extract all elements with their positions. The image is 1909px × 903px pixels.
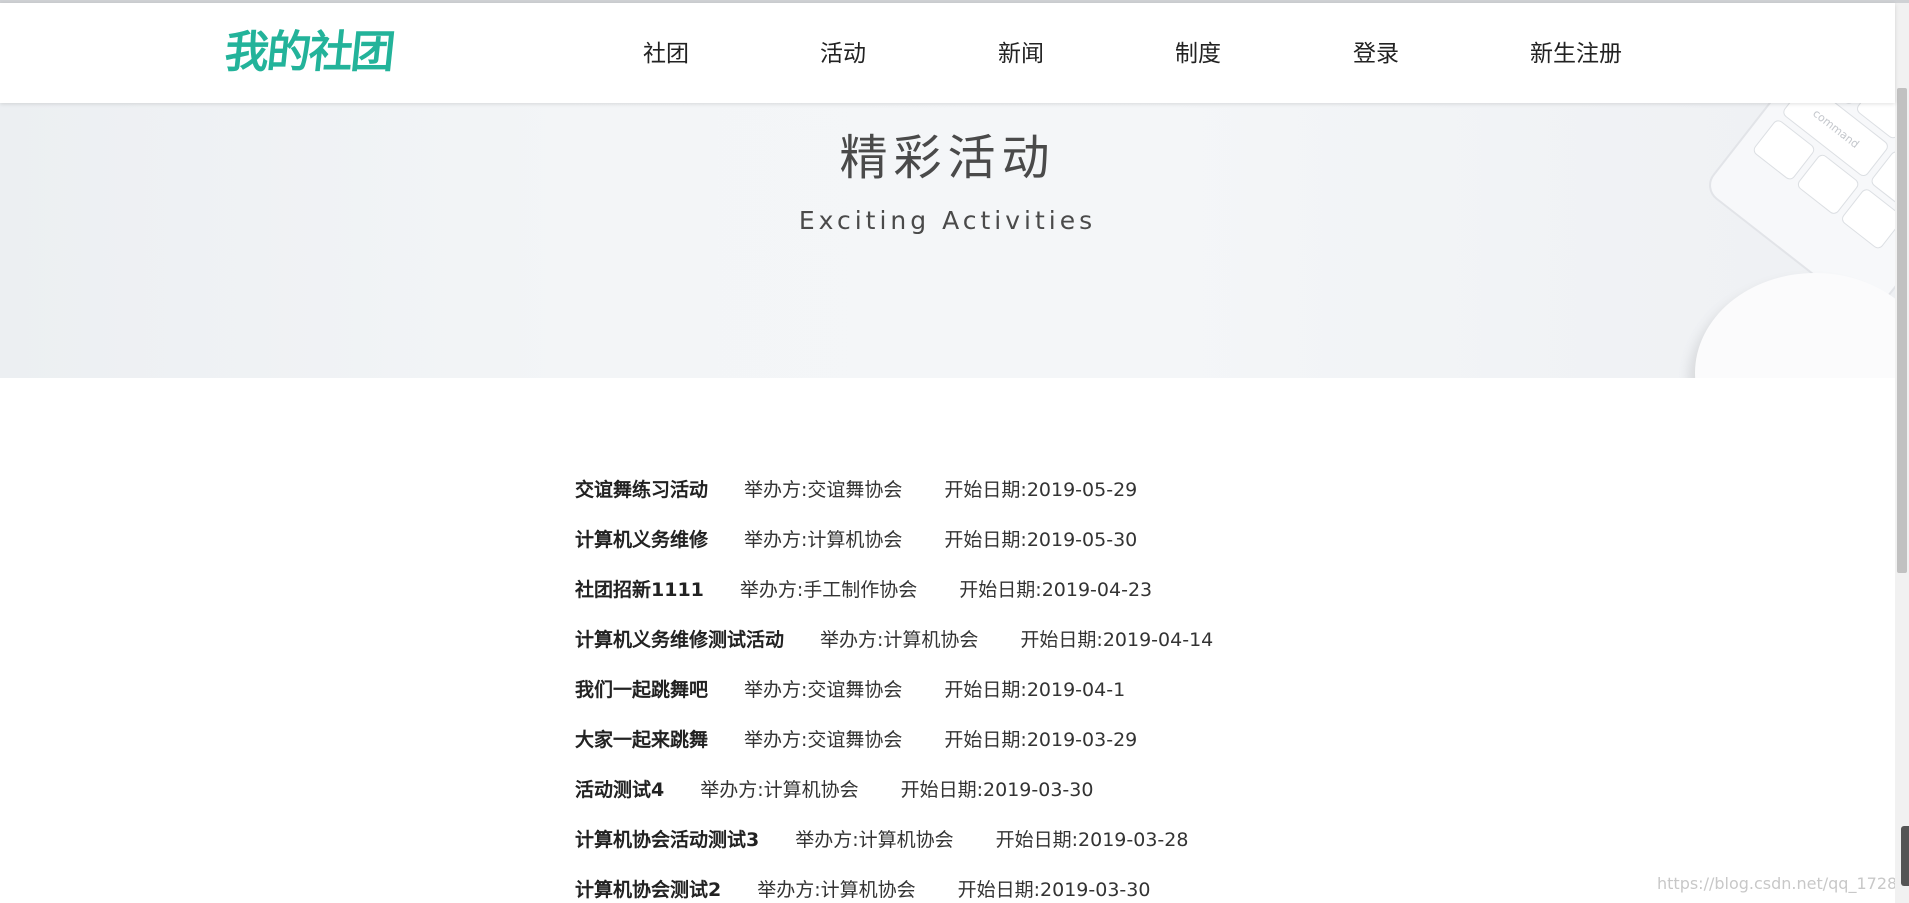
activity-row[interactable]: 我们一起跳舞吧 举办方:交谊舞协会 开始日期:2019-04-1 — [575, 675, 1125, 705]
activity-organizer: 举办方:计算机协会 — [744, 529, 903, 551]
activity-start-date: 开始日期:2019-04-23 — [959, 579, 1153, 601]
nav-item-news[interactable]: 新闻 — [998, 39, 1044, 69]
nav-item-register[interactable]: 新生注册 — [1530, 39, 1622, 69]
activity-row[interactable]: 大家一起来跳舞 举办方:交谊舞协会 开始日期:2019-03-29 — [575, 725, 1137, 755]
activity-start-date: 开始日期:2019-03-30 — [957, 879, 1151, 901]
activity-name[interactable]: 计算机义务维修 — [575, 529, 708, 551]
activity-organizer: 举办方:计算机协会 — [795, 829, 954, 851]
nav-item-clubs[interactable]: 社团 — [643, 39, 689, 69]
activity-start-date: 开始日期:2019-03-30 — [900, 779, 1094, 801]
activity-start-date: 开始日期:2019-03-28 — [995, 829, 1189, 851]
activity-start-date: 开始日期:2019-04-14 — [1020, 629, 1214, 651]
activity-start-date: 开始日期:2019-03-29 — [944, 729, 1138, 751]
hero-banner: command 精彩活动 Exciting Activities — [0, 103, 1895, 378]
nav-item-rules[interactable]: 制度 — [1175, 39, 1221, 69]
activity-name[interactable]: 交谊舞练习活动 — [575, 479, 708, 501]
activity-organizer: 举办方:交谊舞协会 — [744, 729, 903, 751]
csdn-watermark: https://blog.csdn.net/qq_17284058 — [1657, 874, 1909, 893]
nav-item-login[interactable]: 登录 — [1353, 39, 1399, 69]
activity-organizer: 举办方:计算机协会 — [757, 879, 916, 901]
activity-start-date: 开始日期:2019-05-29 — [944, 479, 1138, 501]
activity-organizer: 举办方:交谊舞协会 — [744, 679, 903, 701]
nav-item-activities[interactable]: 活动 — [820, 39, 866, 69]
activity-row[interactable]: 活动测试4 举办方:计算机协会 开始日期:2019-03-30 — [575, 775, 1093, 805]
top-navbar: 我的社团 社团 活动 新闻 制度 登录 新生注册 — [0, 3, 1895, 103]
activity-row[interactable]: 计算机协会活动测试3 举办方:计算机协会 开始日期:2019-03-28 — [575, 825, 1188, 855]
activity-name[interactable]: 我们一起跳舞吧 — [575, 679, 708, 701]
activity-row[interactable]: 计算机义务维修测试活动 举办方:计算机协会 开始日期:2019-04-14 — [575, 625, 1213, 655]
activity-start-date: 开始日期:2019-05-30 — [944, 529, 1138, 551]
activity-name[interactable]: 计算机协会活动测试3 — [575, 829, 759, 851]
activity-start-date: 开始日期:2019-04-1 — [944, 679, 1126, 701]
activity-row[interactable]: 社团招新1111 举办方:手工制作协会 开始日期:2019-04-23 — [575, 575, 1152, 605]
page: 我的社团 社团 活动 新闻 制度 登录 新生注册 command 精彩活动 Ex… — [0, 0, 1909, 903]
side-widget-tab[interactable] — [1901, 826, 1909, 886]
hero-title: 精彩活动 — [839, 130, 1056, 186]
scrollbar-thumb[interactable] — [1897, 88, 1907, 573]
activity-row[interactable]: 计算机义务维修 举办方:计算机协会 开始日期:2019-05-30 — [575, 525, 1137, 555]
activity-organizer: 举办方:交谊舞协会 — [744, 479, 903, 501]
mouse-image — [1695, 273, 1895, 378]
activity-name[interactable]: 活动测试4 — [575, 779, 664, 801]
site-logo[interactable]: 我的社团 — [222, 27, 395, 79]
activity-name[interactable]: 计算机义务维修测试活动 — [575, 629, 784, 651]
activity-row[interactable]: 交谊舞练习活动 举办方:交谊舞协会 开始日期:2019-05-29 — [575, 475, 1137, 505]
activity-name[interactable]: 计算机协会测试2 — [575, 879, 721, 901]
activity-name[interactable]: 大家一起来跳舞 — [575, 729, 708, 751]
activity-organizer: 举办方:计算机协会 — [820, 629, 979, 651]
hero-subtitle: Exciting Activities — [798, 206, 1097, 235]
activity-organizer: 举办方:计算机协会 — [700, 779, 859, 801]
vertical-scrollbar[interactable] — [1895, 3, 1909, 903]
activity-row[interactable]: 计算机协会测试2 举办方:计算机协会 开始日期:2019-03-30 — [575, 875, 1150, 903]
activity-organizer: 举办方:手工制作协会 — [739, 579, 918, 601]
activity-name[interactable]: 社团招新1111 — [575, 579, 704, 601]
